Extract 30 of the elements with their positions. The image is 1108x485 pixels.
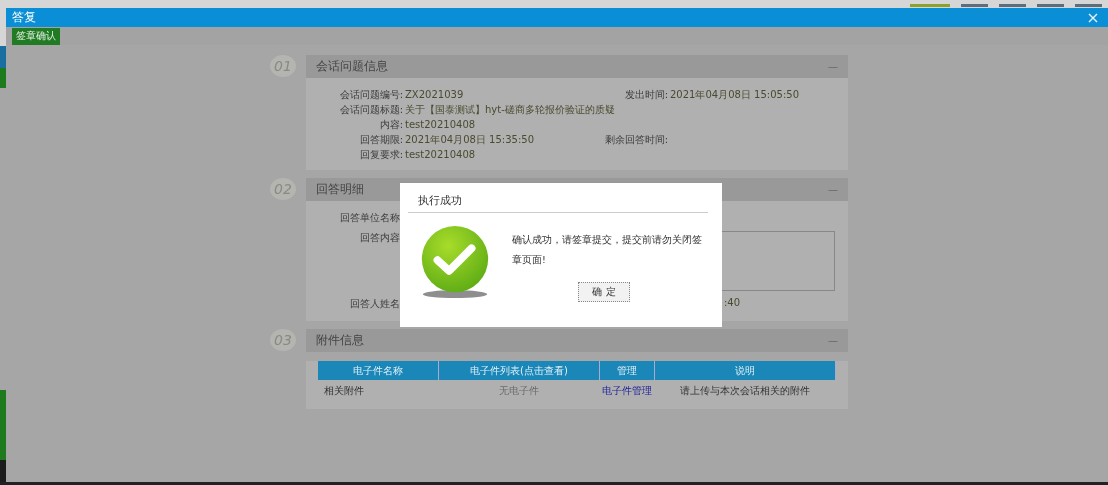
section-title: 回答明细: [316, 181, 364, 198]
field-label: 回复要求:: [358, 148, 403, 161]
table-cell: 请上传与本次会话相关的附件: [654, 380, 836, 409]
field-value: 关于【国泰测试】hyt-磋商多轮报价验证的质疑: [404, 103, 616, 116]
field-label: 回答人姓名: [349, 297, 400, 311]
field-label: 发出时间:: [623, 88, 668, 101]
window-title: 答复: [12, 9, 36, 26]
field-value: test20210408: [404, 148, 477, 161]
column-header: 说明: [654, 361, 836, 380]
field-label: 内容:: [378, 118, 403, 131]
column-header: 电子件列表(点击查看): [438, 361, 600, 380]
section-title: 会话问题信息: [316, 58, 388, 75]
field-label: 会话问题编号:: [338, 88, 403, 101]
section-title: 附件信息: [316, 332, 364, 349]
field-value: :40: [723, 297, 742, 308]
field-label: 回答单位名称: [339, 211, 400, 225]
column-header: 管理: [599, 361, 655, 380]
field-value: test20210408: [404, 118, 477, 131]
field-value: 2021年04月08日 15:05:50: [669, 88, 800, 101]
dialog-message: 确认成功，请签章提交，提交前请勿关闭签章页面!: [512, 233, 703, 267]
field-value: 2021年04月08日 15:35:50: [404, 133, 535, 146]
field-label: 剩余回答时间:: [603, 133, 668, 146]
table-cell: 无电子件: [438, 380, 600, 409]
field-value: ZX2021039: [404, 88, 465, 101]
field-label: 回答内容: [359, 231, 400, 245]
field-label: 会话问题标题:: [338, 103, 403, 116]
dialog-title: 执行成功: [408, 193, 708, 213]
field-label: 回答期限:: [358, 133, 403, 146]
column-header: 电子件名称: [318, 361, 439, 380]
table-cell: 相关附件: [318, 380, 439, 409]
